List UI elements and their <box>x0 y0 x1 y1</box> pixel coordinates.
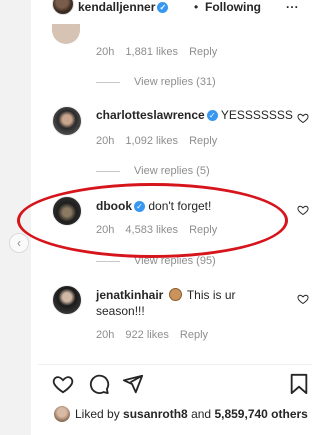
verified-badge-icon: ✓ <box>206 110 218 121</box>
reply-button[interactable]: Reply <box>180 329 208 341</box>
author-username-row[interactable]: kendalljenner ✓ <box>78 0 169 14</box>
reply-button[interactable]: Reply <box>189 135 217 147</box>
commenter-avatar[interactable] <box>52 106 82 136</box>
likes-and: and <box>191 407 212 421</box>
red-highlight-ellipse <box>17 183 288 258</box>
comment-text: charlotteslawrence ✓ YESSSSSSS <box>96 107 293 123</box>
comment-time: 20h <box>96 46 115 58</box>
author-username[interactable]: kendalljenner <box>78 0 155 14</box>
comment-likes[interactable]: 1,092 likes <box>125 135 178 147</box>
liker-username[interactable]: susanroth8 <box>123 407 188 421</box>
replies-line <box>96 260 120 262</box>
like-comment-heart-icon[interactable] <box>297 112 309 124</box>
share-icon[interactable] <box>122 373 144 395</box>
liker-avatar[interactable] <box>54 406 70 422</box>
heart-icon[interactable] <box>52 373 74 395</box>
commenter-avatar[interactable] <box>52 24 80 44</box>
likes-others-link[interactable]: 5,859,740 others <box>214 407 307 421</box>
comment-meta: 20h 922 likes Reply <box>96 329 208 341</box>
replies-line <box>96 81 120 83</box>
comment-meta: 20h 1,881 likes Reply <box>96 46 217 58</box>
previous-post-button[interactable]: ‹ <box>9 233 29 253</box>
comment-time: 20h <box>96 329 115 341</box>
author-avatar[interactable] <box>52 0 74 15</box>
comment-text: jenatkinhair This is ur season!!! <box>96 287 236 319</box>
verified-badge-icon: ✓ <box>157 2 169 13</box>
comment-body-continued: season!!! <box>96 304 145 318</box>
comment-likes[interactable]: 1,881 likes <box>125 46 178 58</box>
comment-likes[interactable]: 922 likes <box>125 329 168 341</box>
bookmark-icon[interactable] <box>289 373 309 395</box>
replies-line <box>96 170 120 172</box>
comment-time: 20h <box>96 135 115 147</box>
view-replies-label: View replies (31) <box>134 76 216 88</box>
comment-meta: 20h 1,092 likes Reply <box>96 135 217 147</box>
comment-icon[interactable] <box>88 373 110 395</box>
more-options-button[interactable]: ... <box>286 0 299 11</box>
likes-summary: Liked by susanroth8 and 5,859,740 others <box>75 407 308 421</box>
view-replies-label: View replies (5) <box>134 165 210 177</box>
action-bar-divider <box>38 364 312 365</box>
like-comment-heart-icon[interactable] <box>297 204 309 216</box>
commenter-avatar[interactable] <box>52 285 82 315</box>
commenter-username[interactable]: jenatkinhair <box>96 288 163 302</box>
commenter-username[interactable]: charlotteslawrence <box>96 108 205 122</box>
view-replies-button[interactable]: View replies (5) <box>96 165 210 177</box>
chevron-left-icon: ‹ <box>17 236 21 250</box>
header-separator: • <box>194 0 199 14</box>
like-comment-heart-icon[interactable] <box>297 293 309 305</box>
following-button[interactable]: Following <box>205 0 261 14</box>
likes-prefix: Liked by <box>75 407 120 421</box>
comment-body: YESSSSSSS <box>220 108 293 122</box>
comment-body: This is ur <box>186 288 236 302</box>
post-panel: kendalljenner ✓ • Following ... 20h 1,881… <box>17 0 312 435</box>
view-replies-button[interactable]: View replies (31) <box>96 76 216 88</box>
reply-button[interactable]: Reply <box>189 46 217 58</box>
clapping-emoji-icon <box>168 288 182 301</box>
